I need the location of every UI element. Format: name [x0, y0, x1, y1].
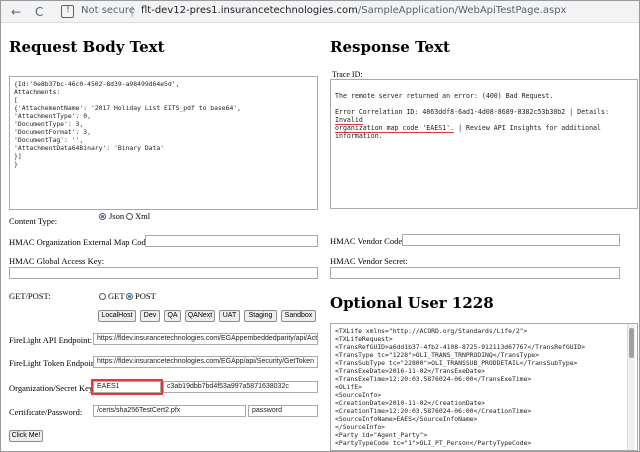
request-body-line: }]: [14, 152, 22, 160]
xml-line: <TransExeTime>12:20:03.5876024-06:00</Tr…: [335, 375, 532, 383]
hmac-global-key-label: HMAC Global Access Key:: [9, 256, 105, 266]
request-body-line: {'AttachementName': '2017 Holiday List E…: [14, 104, 242, 112]
secret-key-input[interactable]: c3ab19dbb7bd4f53a997a5871638032c: [163, 381, 318, 393]
reload-icon[interactable]: C: [35, 4, 43, 20]
qanext-button[interactable]: QANext: [185, 310, 215, 322]
qa-button[interactable]: QA: [164, 310, 181, 322]
localhost-button[interactable]: LocalHost: [98, 310, 136, 322]
token-endpoint-label: FireLight Token Endpoint:: [9, 358, 100, 368]
request-body-line: }: [14, 160, 18, 168]
url-path: /SampleApplication/WebApiTestPage.aspx: [357, 5, 567, 16]
error-correlation-text: Error Correlation ID: 4863ddf8-6ad1-4d08…: [335, 108, 609, 116]
xml-radio-label: Xml: [135, 211, 151, 221]
request-body-line: 'AttachmentData64Binary': 'Binary Data': [14, 144, 165, 152]
hmac-org-ext-label: HMAC Organization External Map Code:: [9, 237, 152, 247]
optional-user-scroll-thumb[interactable]: [629, 328, 634, 358]
sandbox-button[interactable]: Sandbox: [281, 310, 316, 322]
warning-icon[interactable]: [61, 4, 74, 18]
get-radio[interactable]: [99, 293, 106, 300]
hmac-global-key-input[interactable]: [9, 267, 318, 279]
request-body-line: [: [14, 96, 18, 104]
address-bar[interactable]: flt-dev12-pres1.insurancetechnologies.co…: [141, 5, 566, 16]
hmac-vendor-secret-input[interactable]: [330, 267, 620, 279]
back-arrow-icon[interactable]: ←: [11, 4, 21, 20]
xml-line: <TransRefGUID>a6dd1b37-4fb2-4108-8725-91…: [335, 343, 586, 351]
dev-button[interactable]: Dev: [140, 310, 160, 322]
browser-toolbar: ← C Not secure | flt-dev12-pres1.insuran…: [1, 1, 639, 23]
hmac-vendor-code-input[interactable]: [402, 234, 620, 246]
uat-button[interactable]: UAT: [219, 310, 240, 322]
staging-button[interactable]: Staging: [244, 310, 277, 322]
cert-label: Certificate/Password:: [9, 407, 83, 417]
xml-line: <Party id="Agent_Party">: [335, 431, 428, 439]
url-host: flt-dev12-pres1.insurancetechnologies.co…: [141, 5, 358, 16]
json-radio-label: Json: [109, 211, 125, 221]
xml-line: <CreationTime>12:20:03.5876024-06:00</Cr…: [335, 407, 532, 415]
content-type-label: Content Type:: [9, 216, 58, 226]
request-body-textarea[interactable]: {Id:'0e8b37bc-46c0-4502-8d39-a98499d64e5…: [9, 76, 318, 210]
response-textarea[interactable]: The remote server returned an error: (40…: [330, 79, 638, 209]
xml-line: <TransSubType tc="22800">OLI_TRANSSUB_PR…: [335, 359, 578, 367]
cert-path-input[interactable]: /certs/sha256TestCert2.pfx: [93, 405, 246, 417]
request-body-line: 'AttachmentType': 0,: [14, 112, 91, 120]
optional-user-title: Optional User 1228: [330, 294, 494, 312]
app-window: ← C Not secure | flt-dev12-pres1.insuran…: [0, 0, 640, 452]
response-error-status: The remote server returned an error: (40…: [335, 92, 554, 100]
xml-line: <SourceInfo>: [335, 391, 382, 399]
click-me-button[interactable]: Click Me!: [9, 430, 43, 442]
post-radio-label: POST: [135, 291, 156, 301]
get-radio-label: GET: [108, 291, 125, 301]
hmac-org-ext-input[interactable]: [145, 235, 318, 247]
hmac-vendor-secret-label: HMAC Vendor Secret:: [330, 256, 408, 266]
org-code-highlight: [91, 379, 163, 395]
xml-line: <SourceInfoName>EAES</SourceInfoName>: [335, 415, 478, 423]
xml-line: <TXLifeRequest>: [335, 335, 393, 343]
url-separator: |: [130, 4, 134, 17]
optional-user-scrollbar[interactable]: [627, 324, 635, 450]
request-body-line: 'DocumentFormat': 3,: [14, 128, 91, 136]
response-text-title: Response Text: [330, 38, 450, 56]
trace-id-label: Trace ID:: [332, 70, 363, 79]
post-radio[interactable]: [126, 293, 133, 300]
request-body-line: Attachments:: [14, 88, 61, 96]
xml-line: <OLifE>: [335, 383, 362, 391]
json-radio[interactable]: [99, 213, 106, 220]
method-label: GET/POST:: [9, 291, 51, 301]
request-body-line: 'DocumentType': 3,: [14, 120, 84, 128]
org-key-label: Organization/Secret Key:: [9, 383, 96, 393]
optional-user-textarea[interactable]: <TXLife xmlns="http://ACORD.org/Standard…: [330, 323, 638, 451]
xml-line: </SourceInfo>: [335, 423, 386, 431]
hmac-vendor-code-label: HMAC Vendor Code:: [330, 236, 405, 246]
xml-line: <TransType tc="1228">OLI_TRANS_TRNPRODIN…: [335, 351, 539, 359]
request-body-title: Request Body Text: [9, 38, 165, 56]
xml-line: <CreationDate>2010-11-02</CreationDate>: [335, 399, 486, 407]
token-endpoint-input[interactable]: https://fldev.insurancetechnologies.com/…: [93, 356, 318, 368]
xml-radio[interactable]: [126, 213, 133, 220]
response-error-details: Error Correlation ID: 4863ddf8-6ad1-4d08…: [335, 108, 633, 140]
api-endpoint-input[interactable]: https://fldev.insurancetechnologies.com/…: [93, 333, 318, 345]
request-body-line: {Id:'0e8b37bc-46c0-4502-8d39-a98499d64e5…: [14, 80, 180, 88]
password-input[interactable]: password: [248, 405, 318, 417]
api-endpoint-label: FireLight API Endpoint:: [9, 335, 93, 345]
request-body-line: 'DocumentTag': '',: [14, 136, 84, 144]
xml-line: <TransExeDate>2016-11-02</TransExeDate>: [335, 367, 486, 375]
xml-line: <PartyTypeCode tc="1">OLI_PT_Person</Par…: [335, 439, 532, 447]
security-label[interactable]: Not secure: [81, 5, 135, 16]
xml-line: <TXLife xmlns="http://ACORD.org/Standard…: [335, 327, 528, 335]
